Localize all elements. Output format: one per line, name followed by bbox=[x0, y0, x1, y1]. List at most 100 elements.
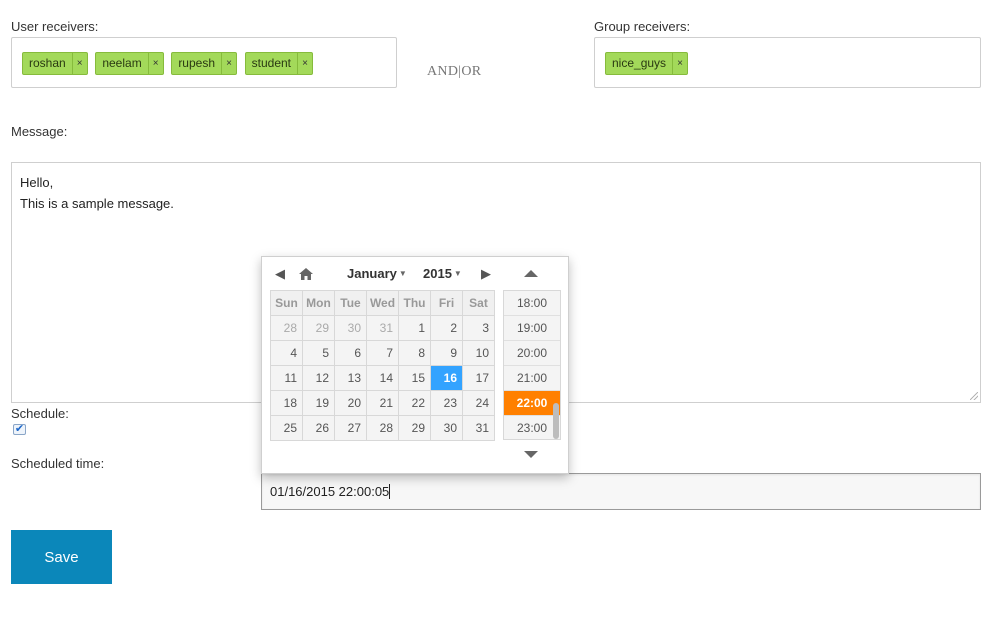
calendar-day[interactable]: 25 bbox=[270, 415, 303, 441]
user-receivers-input[interactable]: roshan × neelam × rupesh × student × bbox=[11, 37, 397, 88]
calendar-day[interactable]: 10 bbox=[462, 340, 495, 366]
calendar-day[interactable]: 22 bbox=[398, 390, 431, 416]
time-list: 18:00 19:00 20:00 21:00 22:00 23:00 bbox=[503, 290, 561, 440]
schedule-label: Schedule: bbox=[11, 406, 69, 421]
next-month-icon[interactable]: ▶ bbox=[479, 266, 493, 282]
weekday-header: Wed bbox=[366, 290, 399, 316]
calendar-day[interactable]: 17 bbox=[462, 365, 495, 391]
calendar-day-selected[interactable]: 16 bbox=[430, 365, 463, 391]
calendar-day[interactable]: 29 bbox=[398, 415, 431, 441]
year-value: 2015 bbox=[423, 266, 452, 281]
user-receivers-label: User receivers: bbox=[11, 19, 99, 34]
calendar-day[interactable]: 20 bbox=[334, 390, 367, 416]
calendar-grid: Sun Mon Tue Wed Thu Fri Sat 28 29 30 31 … bbox=[270, 290, 495, 441]
calendar-day[interactable]: 7 bbox=[366, 340, 399, 366]
month-select[interactable]: January ▼ bbox=[347, 266, 407, 281]
prev-month-icon[interactable]: ◀ bbox=[273, 266, 287, 282]
text-caret bbox=[389, 484, 391, 499]
calendar-day[interactable]: 19 bbox=[302, 390, 335, 416]
group-receivers-input[interactable]: nice_guys × bbox=[594, 37, 981, 88]
calendar-day[interactable]: 31 bbox=[462, 415, 495, 441]
tag-remove-icon[interactable]: × bbox=[71, 53, 87, 74]
calendar-day[interactable]: 31 bbox=[366, 315, 399, 341]
calendar-day[interactable]: 15 bbox=[398, 365, 431, 391]
calendar-day[interactable]: 5 bbox=[302, 340, 335, 366]
calendar-day[interactable]: 18 bbox=[270, 390, 303, 416]
calendar-day[interactable]: 6 bbox=[334, 340, 367, 366]
time-option[interactable]: 21:00 bbox=[504, 366, 560, 391]
scheduled-time-label: Scheduled time: bbox=[11, 456, 105, 471]
group-tag: nice_guys × bbox=[605, 52, 689, 75]
time-option[interactable]: 19:00 bbox=[504, 316, 560, 341]
time-option-selected[interactable]: 22:00 bbox=[504, 391, 560, 416]
time-option[interactable]: 18:00 bbox=[504, 291, 560, 316]
weekday-header: Fri bbox=[430, 290, 463, 316]
resize-grip-icon[interactable] bbox=[970, 392, 978, 400]
tag-label: student bbox=[251, 56, 292, 70]
tag-label: rupesh bbox=[178, 56, 216, 70]
scheduled-time-value: 01/16/2015 22:00:05 bbox=[270, 484, 390, 499]
user-tag: roshan × bbox=[22, 52, 88, 75]
weekday-header: Sat bbox=[462, 290, 495, 316]
group-receivers-label: Group receivers: bbox=[594, 19, 691, 34]
calendar-day[interactable]: 30 bbox=[334, 315, 367, 341]
calendar-day[interactable]: 28 bbox=[366, 415, 399, 441]
chevron-down-icon: ▼ bbox=[453, 269, 462, 278]
tag-remove-icon[interactable]: × bbox=[297, 53, 312, 74]
weekday-row: Sun Mon Tue Wed Thu Fri Sat bbox=[270, 290, 495, 316]
calendar-week: 18 19 20 21 22 23 24 bbox=[270, 390, 495, 416]
message-line: This is a sample message. bbox=[20, 196, 174, 211]
scheduled-time-input[interactable]: 01/16/2015 22:00:05 bbox=[261, 473, 981, 510]
calendar-day[interactable]: 30 bbox=[430, 415, 463, 441]
home-icon[interactable] bbox=[298, 267, 314, 281]
schedule-checkbox[interactable]: ✔ bbox=[13, 424, 26, 435]
calendar-day[interactable]: 26 bbox=[302, 415, 335, 441]
calendar-day[interactable]: 3 bbox=[462, 315, 495, 341]
message-line: Hello, bbox=[20, 175, 54, 190]
time-scroll-up-icon[interactable] bbox=[524, 270, 538, 277]
time-scrollbar[interactable] bbox=[553, 403, 559, 439]
and-or-separator: AND|OR bbox=[427, 64, 482, 79]
year-select[interactable]: 2015 ▼ bbox=[423, 266, 462, 281]
time-option[interactable]: 20:00 bbox=[504, 341, 560, 366]
datetime-picker: ◀ January ▼ 2015 ▼ ▶ Sun Mon Tue Wed Thu F… bbox=[261, 256, 569, 474]
tag-remove-icon[interactable]: × bbox=[672, 53, 687, 74]
calendar-week: 28 29 30 31 1 2 3 bbox=[270, 315, 495, 341]
month-value: January bbox=[347, 266, 397, 281]
chevron-down-icon: ▼ bbox=[398, 269, 407, 278]
weekday-header: Tue bbox=[334, 290, 367, 316]
calendar-day[interactable]: 1 bbox=[398, 315, 431, 341]
tag-label: neelam bbox=[102, 56, 142, 70]
user-tag: student × bbox=[244, 52, 314, 75]
calendar-day[interactable]: 21 bbox=[366, 390, 399, 416]
message-label: Message: bbox=[11, 124, 68, 139]
save-button[interactable]: Save bbox=[11, 530, 112, 584]
calendar-day[interactable]: 23 bbox=[430, 390, 463, 416]
weekday-header: Thu bbox=[398, 290, 431, 316]
checkmark-icon: ✔ bbox=[14, 423, 25, 435]
calendar-day[interactable]: 14 bbox=[366, 365, 399, 391]
calendar-day[interactable]: 13 bbox=[334, 365, 367, 391]
tag-remove-icon[interactable]: × bbox=[147, 53, 163, 74]
calendar-week: 11 12 13 14 15 16 17 bbox=[270, 365, 495, 391]
calendar-week: 25 26 27 28 29 30 31 bbox=[270, 415, 495, 441]
calendar-day[interactable]: 8 bbox=[398, 340, 431, 366]
tag-remove-icon[interactable]: × bbox=[221, 53, 236, 74]
user-tag: neelam × bbox=[95, 52, 164, 75]
calendar-day[interactable]: 12 bbox=[302, 365, 335, 391]
calendar-day[interactable]: 24 bbox=[462, 390, 495, 416]
calendar-day[interactable]: 29 bbox=[302, 315, 335, 341]
weekday-header: Sun bbox=[270, 290, 303, 316]
tag-label: roshan bbox=[29, 56, 66, 70]
user-tag: rupesh × bbox=[171, 52, 238, 75]
time-option[interactable]: 23:00 bbox=[504, 416, 560, 439]
calendar-day[interactable]: 9 bbox=[430, 340, 463, 366]
calendar-day[interactable]: 4 bbox=[270, 340, 303, 366]
time-scroll-down-icon[interactable] bbox=[524, 451, 538, 458]
calendar-week: 4 5 6 7 8 9 10 bbox=[270, 340, 495, 366]
calendar-day[interactable]: 11 bbox=[270, 365, 303, 391]
calendar-day[interactable]: 27 bbox=[334, 415, 367, 441]
tag-label: nice_guys bbox=[612, 56, 667, 70]
calendar-day[interactable]: 28 bbox=[270, 315, 303, 341]
calendar-day[interactable]: 2 bbox=[430, 315, 463, 341]
